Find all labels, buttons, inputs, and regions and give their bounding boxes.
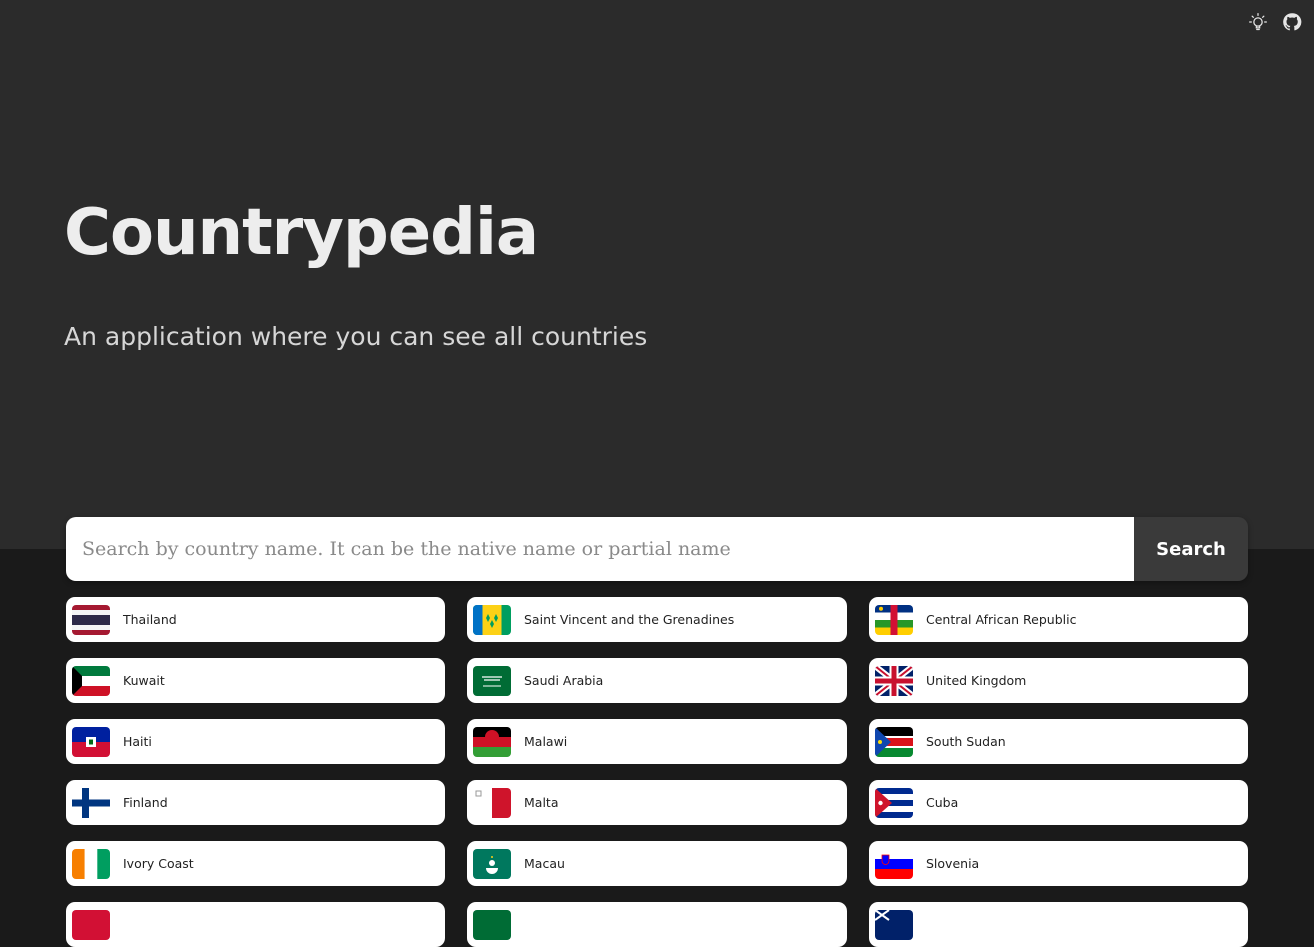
country-list: Thailand Saint Vincent and the Grenadines…: [66, 597, 1248, 947]
flag-icon: [875, 909, 913, 940]
search-bar: Search: [66, 517, 1248, 581]
country-name: Slovenia: [926, 856, 980, 871]
flag-icon: [72, 604, 110, 635]
hero-section: Countrypedia An application where you ca…: [0, 0, 1314, 549]
country-card[interactable]: Thailand: [66, 597, 445, 642]
country-card[interactable]: Malta: [467, 780, 847, 825]
country-name: Cuba: [926, 795, 959, 810]
flag-icon: [473, 665, 511, 696]
search-button[interactable]: Search: [1134, 517, 1248, 581]
lightbulb-icon[interactable]: [1248, 12, 1268, 32]
country-card[interactable]: Macau: [467, 841, 847, 886]
country-name: Saudi Arabia: [524, 673, 604, 688]
flag-icon: [473, 909, 511, 940]
country-card[interactable]: Cuba: [869, 780, 1248, 825]
country-name: Ivory Coast: [123, 856, 194, 871]
country-card[interactable]: Haiti: [66, 719, 445, 764]
country-name: Malta: [524, 795, 559, 810]
github-icon[interactable]: [1282, 12, 1302, 32]
country-name: Kuwait: [123, 673, 165, 688]
country-card[interactable]: United Kingdom: [869, 658, 1248, 703]
country-card[interactable]: Central African Republic: [869, 597, 1248, 642]
country-card[interactable]: Kuwait: [66, 658, 445, 703]
country-name: Malawi: [524, 734, 568, 749]
country-card[interactable]: [467, 902, 847, 947]
flag-icon: [473, 787, 511, 818]
country-name: Finland: [123, 795, 168, 810]
flag-icon: [473, 848, 511, 879]
country-card[interactable]: [869, 902, 1248, 947]
flag-icon: [72, 665, 110, 696]
country-name: Saint Vincent and the Grenadines: [524, 612, 735, 627]
header-icons: [1248, 12, 1302, 32]
flag-icon: [875, 787, 913, 818]
country-name: Central African Republic: [926, 612, 1077, 627]
flag-icon: [473, 604, 511, 635]
country-name: South Sudan: [926, 734, 1006, 749]
flag-icon: [72, 848, 110, 879]
flag-icon: [875, 848, 913, 879]
country-card[interactable]: Malawi: [467, 719, 847, 764]
country-card[interactable]: Slovenia: [869, 841, 1248, 886]
country-name: Macau: [524, 856, 565, 871]
country-card[interactable]: Finland: [66, 780, 445, 825]
flag-icon: [875, 604, 913, 635]
flag-icon: [473, 726, 511, 757]
flag-icon: [875, 726, 913, 757]
country-name: United Kingdom: [926, 673, 1027, 688]
country-card[interactable]: Saudi Arabia: [467, 658, 847, 703]
page-subtitle: An application where you can see all cou…: [64, 322, 648, 351]
country-card[interactable]: Ivory Coast: [66, 841, 445, 886]
flag-icon: [72, 909, 110, 940]
country-card[interactable]: South Sudan: [869, 719, 1248, 764]
flag-icon: [875, 665, 913, 696]
flag-icon: [72, 726, 110, 757]
page-title: Countrypedia: [64, 196, 539, 270]
country-card[interactable]: Saint Vincent and the Grenadines: [467, 597, 847, 642]
country-card[interactable]: [66, 902, 445, 947]
search-input[interactable]: [66, 517, 1134, 581]
flag-icon: [72, 787, 110, 818]
country-name: Haiti: [123, 734, 152, 749]
country-name: Thailand: [123, 612, 177, 627]
